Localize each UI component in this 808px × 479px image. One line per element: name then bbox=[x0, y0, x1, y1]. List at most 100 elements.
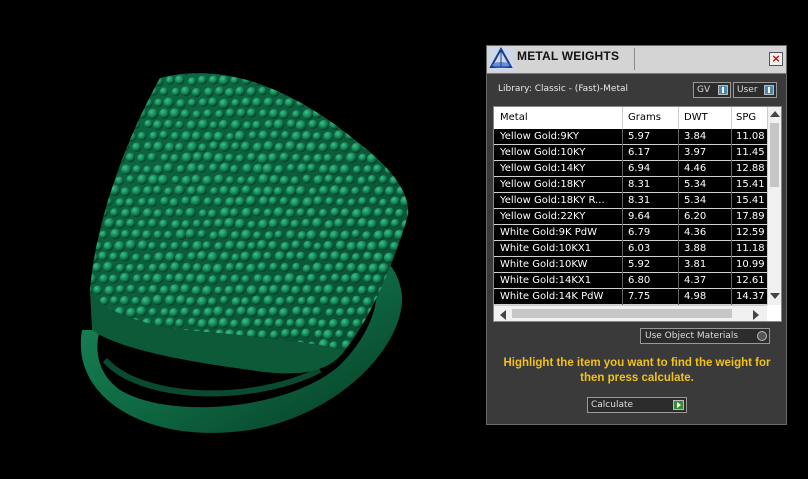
pave-stone bbox=[131, 142, 142, 152]
pave-stone bbox=[401, 352, 411, 362]
table-row[interactable]: White Gold:9K PdW 6.79 4.36 12.59 bbox=[494, 225, 767, 241]
metal-name-cell: White Gold:14KX1 bbox=[500, 275, 592, 286]
play-arrow-icon bbox=[673, 400, 684, 410]
pave-stone bbox=[258, 86, 267, 96]
vertical-scrollbar[interactable] bbox=[767, 107, 781, 305]
cell-divider bbox=[731, 193, 732, 209]
gv-toggle[interactable]: GV bbox=[693, 82, 731, 98]
pave-stone bbox=[318, 119, 330, 131]
table-row[interactable]: Yellow Gold:9KY 5.97 3.84 11.08 bbox=[494, 129, 767, 145]
pave-stone bbox=[202, 263, 213, 274]
grams-cell: 5.92 bbox=[628, 259, 651, 270]
pave-stone bbox=[406, 186, 409, 197]
pave-stone bbox=[109, 252, 119, 262]
table-row[interactable]: White Gold:10KW 5.92 3.81 10.99 bbox=[494, 257, 767, 273]
pave-stone bbox=[237, 176, 246, 185]
pave-stone bbox=[308, 187, 318, 197]
pave-stone bbox=[115, 176, 124, 186]
column-header-dwt[interactable]: DWT bbox=[684, 112, 708, 123]
user-toggle[interactable]: User bbox=[733, 82, 777, 98]
pave-stone bbox=[165, 76, 175, 85]
pave-stone bbox=[180, 109, 191, 119]
title-bar[interactable]: METAL WEIGHTS × bbox=[487, 46, 786, 74]
pave-stone bbox=[302, 109, 314, 120]
table-row[interactable]: Yellow Gold:10KY 6.17 3.97 11.45 bbox=[494, 145, 767, 161]
pave-stone bbox=[292, 262, 301, 272]
pave-stone bbox=[181, 196, 191, 206]
pave-stone bbox=[258, 219, 269, 230]
pave-stone bbox=[192, 308, 202, 318]
table-row[interactable]: White Gold:10KX1 6.03 3.88 11.18 bbox=[494, 241, 767, 257]
close-button[interactable]: × bbox=[769, 52, 783, 66]
pave-stone bbox=[208, 317, 219, 329]
table-row[interactable]: White Gold:14K PdW 7.75 4.98 14.37 bbox=[494, 289, 767, 305]
pave-stone bbox=[122, 121, 131, 130]
pave-stone bbox=[308, 317, 318, 328]
pave-stone bbox=[279, 152, 290, 163]
pave-stone bbox=[345, 175, 355, 185]
pave-stone bbox=[295, 120, 307, 132]
pave-stone bbox=[384, 120, 394, 130]
pave-stone bbox=[241, 275, 251, 284]
pave-stone bbox=[109, 185, 121, 196]
pave-stone bbox=[180, 73, 191, 75]
3d-viewport[interactable] bbox=[0, 0, 486, 479]
pave-stone bbox=[330, 207, 340, 217]
pave-stone bbox=[90, 230, 98, 241]
horizontal-scroll-thumb[interactable] bbox=[512, 309, 732, 318]
pave-stone bbox=[148, 263, 158, 273]
pave-stone bbox=[394, 229, 405, 241]
table-row[interactable]: White Gold:14KX1 6.80 4.37 12.61 bbox=[494, 273, 767, 289]
table-row[interactable]: Yellow Gold:18KY 8.31 5.34 15.41 bbox=[494, 177, 767, 193]
horizontal-scrollbar[interactable] bbox=[494, 305, 767, 321]
calculate-button[interactable]: Calculate bbox=[587, 397, 687, 413]
scroll-left-arrow-icon[interactable] bbox=[500, 310, 506, 320]
pave-stone bbox=[92, 108, 104, 120]
scroll-down-arrow-icon[interactable] bbox=[770, 293, 780, 299]
pave-stone bbox=[313, 153, 324, 164]
pave-stone bbox=[154, 252, 165, 263]
pave-stone bbox=[330, 296, 340, 307]
pave-stone bbox=[137, 73, 146, 75]
pave-stone bbox=[121, 164, 132, 175]
column-header-metal[interactable]: Metal bbox=[500, 112, 528, 123]
scroll-up-arrow-icon[interactable] bbox=[770, 111, 780, 117]
pave-stone bbox=[171, 220, 181, 230]
pave-stone bbox=[104, 218, 115, 229]
pave-stone bbox=[159, 219, 169, 229]
pave-stone bbox=[214, 174, 225, 185]
pave-stone bbox=[345, 73, 356, 76]
pave-stone bbox=[208, 97, 218, 107]
scroll-right-arrow-icon[interactable] bbox=[753, 310, 759, 320]
vertical-scroll-thumb[interactable] bbox=[770, 123, 779, 187]
pave-stone bbox=[290, 197, 301, 209]
pave-stone bbox=[319, 208, 328, 218]
pave-stone bbox=[97, 340, 108, 350]
pave-stone bbox=[378, 263, 389, 274]
use-object-materials-toggle[interactable]: Use Object Materials bbox=[640, 328, 770, 344]
pave-stone bbox=[141, 76, 152, 87]
pave-stone bbox=[170, 262, 181, 273]
grams-cell: 6.79 bbox=[628, 227, 651, 238]
pave-stone bbox=[209, 141, 219, 151]
pave-stone bbox=[120, 142, 129, 152]
pave-stone bbox=[220, 207, 231, 219]
title-separator bbox=[634, 48, 635, 70]
pave-stone bbox=[160, 196, 170, 206]
pave-stone bbox=[400, 153, 409, 164]
column-header-grams[interactable]: Grams bbox=[628, 112, 661, 123]
pave-stone bbox=[153, 185, 163, 195]
table-row[interactable]: Yellow Gold:22KY 9.64 6.20 17.89 bbox=[494, 209, 767, 225]
cell-divider bbox=[622, 177, 623, 193]
pave-stone bbox=[401, 73, 409, 75]
table-row[interactable]: Yellow Gold:18KY R... 8.31 5.34 15.41 bbox=[494, 193, 767, 209]
column-header-spg[interactable]: SPG bbox=[736, 112, 756, 123]
pave-stone bbox=[103, 241, 114, 252]
pave-stone bbox=[279, 196, 289, 206]
cell-divider bbox=[678, 177, 679, 193]
pave-stone bbox=[218, 119, 229, 130]
table-row[interactable]: Yellow Gold:14KY 6.94 4.46 12.88 bbox=[494, 161, 767, 177]
pave-stone bbox=[241, 185, 252, 195]
pave-stone bbox=[405, 339, 409, 350]
pave-stone bbox=[175, 208, 184, 218]
